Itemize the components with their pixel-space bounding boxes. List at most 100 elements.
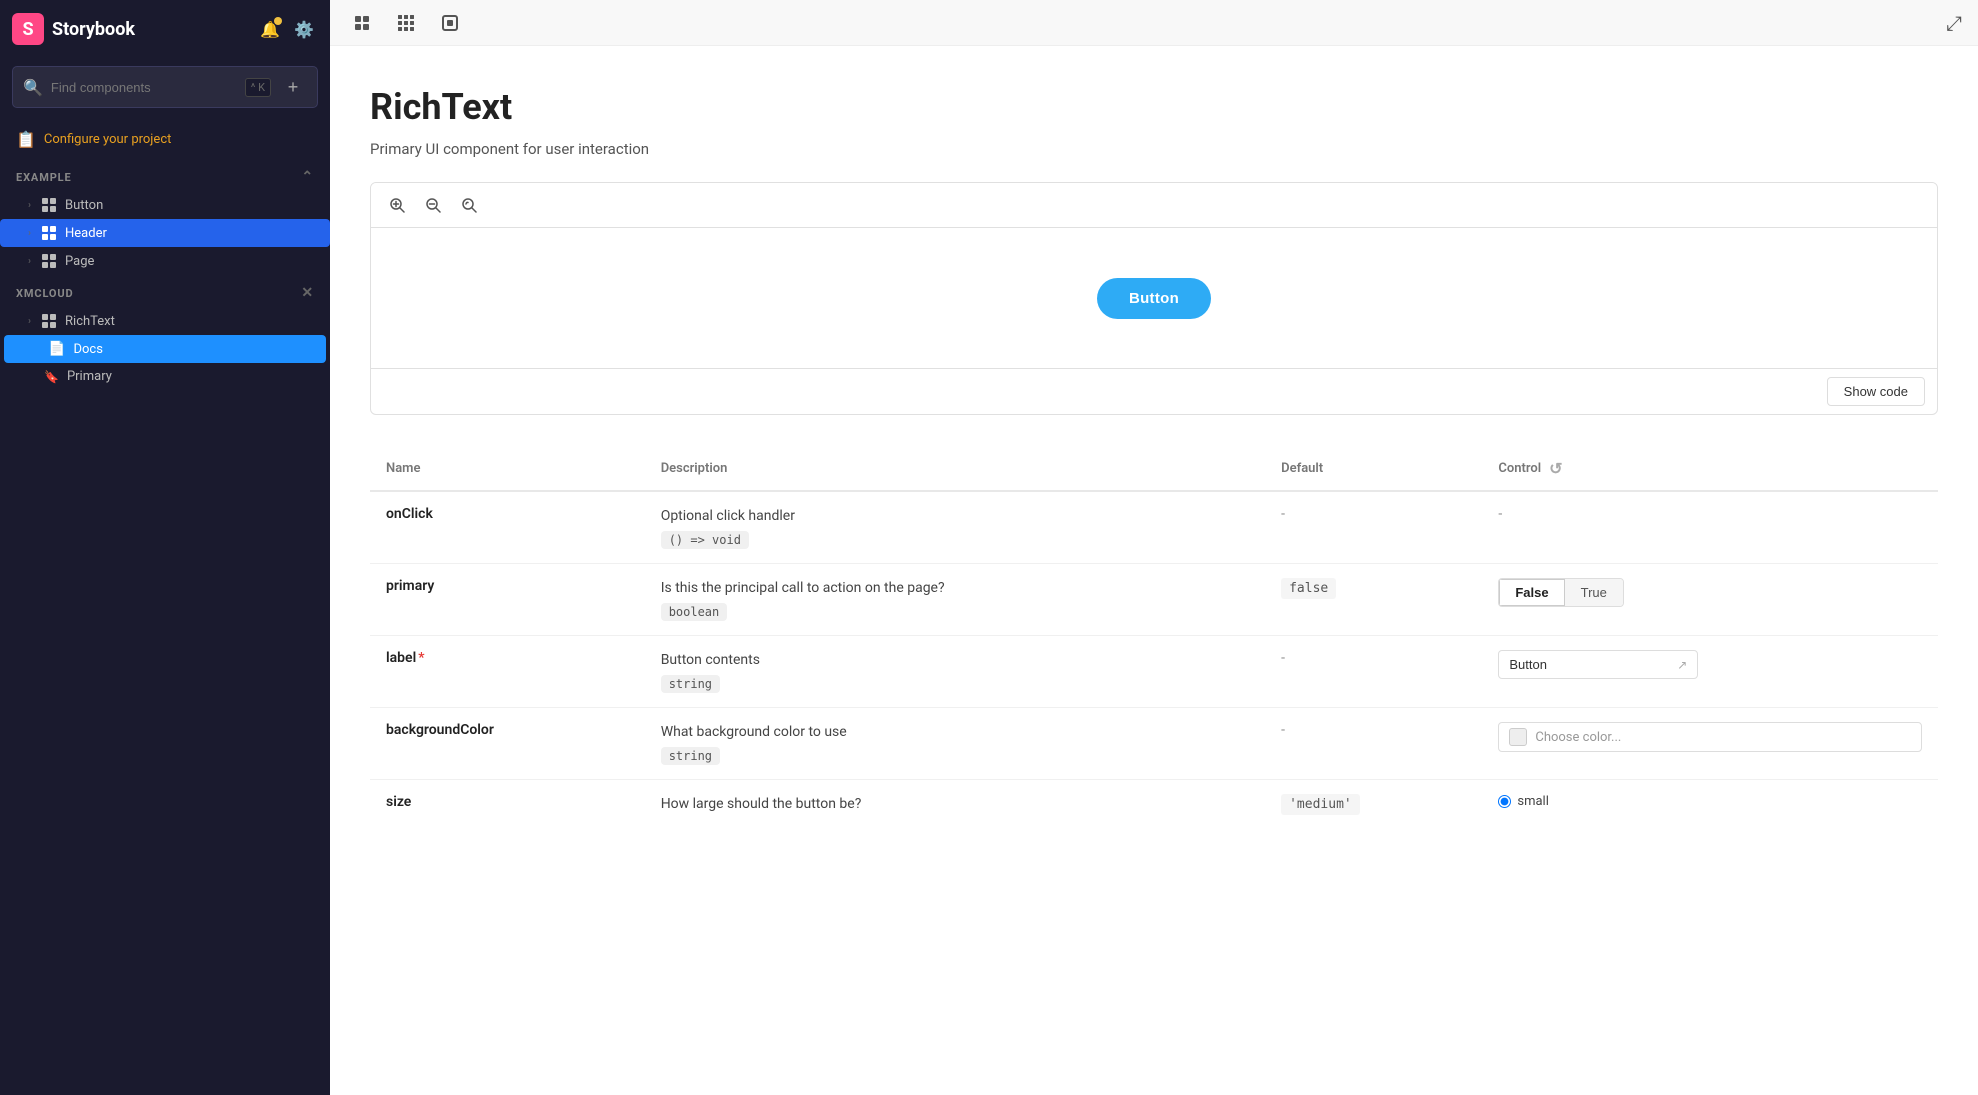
notification-icon[interactable]: 🔔 — [256, 15, 284, 43]
control-bgcolor[interactable]: Choose color... — [1498, 722, 1922, 752]
add-button[interactable]: + — [279, 73, 307, 101]
table-row: onClick Optional click handler () => voi… — [370, 491, 1938, 564]
table-row: label* Button contents string - ↗ — [370, 636, 1938, 708]
prop-name-primary: primary — [386, 578, 434, 594]
prop-type-primary: boolean — [661, 603, 728, 621]
prop-type-label: string — [661, 675, 720, 693]
component-title: RichText — [370, 86, 1938, 128]
col-control-label: Control — [1498, 461, 1541, 476]
search-shortcut: ^ K — [245, 78, 271, 97]
prop-default-bgcolor: - — [1281, 722, 1285, 738]
sidebar-item-primary-label: Primary — [67, 369, 112, 384]
sidebar-item-header[interactable]: › Header — [0, 219, 330, 247]
section-example-label: EXAMPLE — [16, 171, 72, 184]
configure-icon: 📋 — [16, 130, 36, 149]
prop-control-onclick: - — [1498, 506, 1502, 522]
sidebar-item-docs-label: Docs — [73, 342, 102, 357]
toggle-false-button[interactable]: False — [1499, 579, 1564, 606]
sidebar-item-page[interactable]: › Page — [0, 247, 330, 275]
prop-desc-onclick: Optional click handler — [661, 506, 1249, 527]
search-bar: 🔍 ^ K + — [12, 66, 318, 108]
resize-icon: ↗ — [1677, 658, 1687, 672]
zoom-out-btn[interactable] — [419, 191, 447, 219]
prop-required-star: * — [418, 650, 424, 666]
richtext-expand-arrow: › — [28, 316, 31, 327]
prop-type-onclick: () => void — [661, 531, 749, 549]
col-description: Description — [645, 447, 1265, 491]
props-table: Name Description Default Control ↺ onCli — [370, 447, 1938, 829]
color-picker-placeholder: Choose color... — [1535, 730, 1621, 745]
prop-type-bgcolor: string — [661, 747, 720, 765]
size-small-label: small — [1517, 794, 1549, 809]
show-code-button[interactable]: Show code — [1827, 377, 1925, 406]
prop-desc-primary: Is this the principal call to action on … — [661, 578, 1249, 599]
preview-footer: Show code — [371, 368, 1937, 414]
notification-badge — [274, 17, 282, 25]
col-default: Default — [1265, 447, 1482, 491]
expand-icon[interactable]: ⤢ — [1946, 11, 1962, 35]
prop-default-primary: false — [1281, 578, 1336, 599]
section-xmcloud-toggle: ✕ — [301, 285, 314, 301]
reset-controls-icon[interactable]: ↺ — [1549, 459, 1562, 478]
section-example-toggle: ⌃ — [301, 169, 314, 185]
sidebar-header: S Storybook 🔔 ⚙️ — [0, 0, 330, 58]
prop-default-label: - — [1281, 650, 1285, 666]
sidebar-item-richtext[interactable]: › RichText — [0, 307, 330, 335]
table-row: primary Is this the principal call to ac… — [370, 564, 1938, 636]
col-name: Name — [370, 447, 645, 491]
settings-icon[interactable]: ⚙️ — [290, 15, 318, 43]
toolbar-grid-3x3-icon[interactable] — [390, 7, 422, 39]
sidebar-item-primary[interactable]: 🔖 Primary — [0, 363, 330, 390]
configure-label: Configure your project — [44, 132, 171, 147]
button-grid-icon — [41, 197, 57, 213]
storybook-logo: S — [12, 13, 44, 45]
sidebar-item-button[interactable]: › Button — [0, 191, 330, 219]
preview-area: Button Show code — [370, 182, 1938, 415]
toolbar-grid-2x2-icon[interactable] — [346, 7, 378, 39]
toolbar-frame-icon[interactable] — [434, 7, 466, 39]
prop-desc-bgcolor: What background color to use — [661, 722, 1249, 743]
table-row: size How large should the button be? 'me… — [370, 780, 1938, 830]
control-size: small — [1498, 794, 1922, 809]
sidebar: S Storybook 🔔 ⚙️ 🔍 ^ K + 📋 Configure you… — [0, 0, 330, 1095]
search-input[interactable] — [51, 80, 237, 95]
section-xmcloud[interactable]: XMCLOUD ✕ — [0, 275, 330, 307]
table-header-row: Name Description Default Control ↺ — [370, 447, 1938, 491]
sidebar-item-docs[interactable]: 📄 Docs — [4, 335, 326, 363]
primary-icon: 🔖 — [44, 370, 59, 384]
section-example[interactable]: EXAMPLE ⌃ — [0, 159, 330, 191]
sidebar-item-page-label: Page — [65, 254, 94, 269]
prop-desc-label: Button contents — [661, 650, 1249, 671]
search-icon: 🔍 — [23, 78, 43, 97]
page-grid-icon — [41, 253, 57, 269]
preview-canvas: Button — [371, 228, 1937, 368]
table-row: backgroundColor What background color to… — [370, 708, 1938, 780]
zoom-in-btn[interactable] — [383, 191, 411, 219]
main-content: ⤢ RichText Primary UI component for user… — [330, 0, 1978, 1095]
richtext-grid-icon — [41, 313, 57, 329]
toggle-group-primary: False True — [1498, 578, 1624, 607]
toggle-true-button[interactable]: True — [1565, 579, 1623, 606]
control-label: ↗ — [1498, 650, 1698, 679]
configure-project-item[interactable]: 📋 Configure your project — [0, 120, 330, 159]
label-text-input[interactable] — [1509, 657, 1677, 672]
header-icons: 🔔 ⚙️ — [256, 15, 318, 43]
prop-desc-size: How large should the button be? — [661, 794, 1249, 815]
size-radio-small[interactable] — [1498, 795, 1511, 808]
prop-default-onclick: - — [1281, 506, 1285, 522]
page-expand-arrow: › — [28, 256, 31, 267]
sidebar-item-header-label: Header — [65, 226, 107, 241]
control-primary: False True — [1498, 578, 1922, 607]
docs-icon: 📄 — [48, 341, 65, 357]
prop-name-onclick: onClick — [386, 506, 433, 522]
button-expand-arrow: › — [28, 200, 31, 211]
header-expand-arrow: › — [28, 228, 31, 239]
sidebar-item-richtext-label: RichText — [65, 314, 115, 329]
sidebar-title: Storybook — [52, 19, 248, 40]
sidebar-item-button-label: Button — [65, 198, 103, 213]
header-grid-icon — [41, 225, 57, 241]
zoom-reset-btn[interactable] — [455, 191, 483, 219]
preview-button[interactable]: Button — [1097, 278, 1211, 319]
component-subtitle: Primary UI component for user interactio… — [370, 140, 1938, 158]
color-swatch — [1509, 728, 1527, 746]
